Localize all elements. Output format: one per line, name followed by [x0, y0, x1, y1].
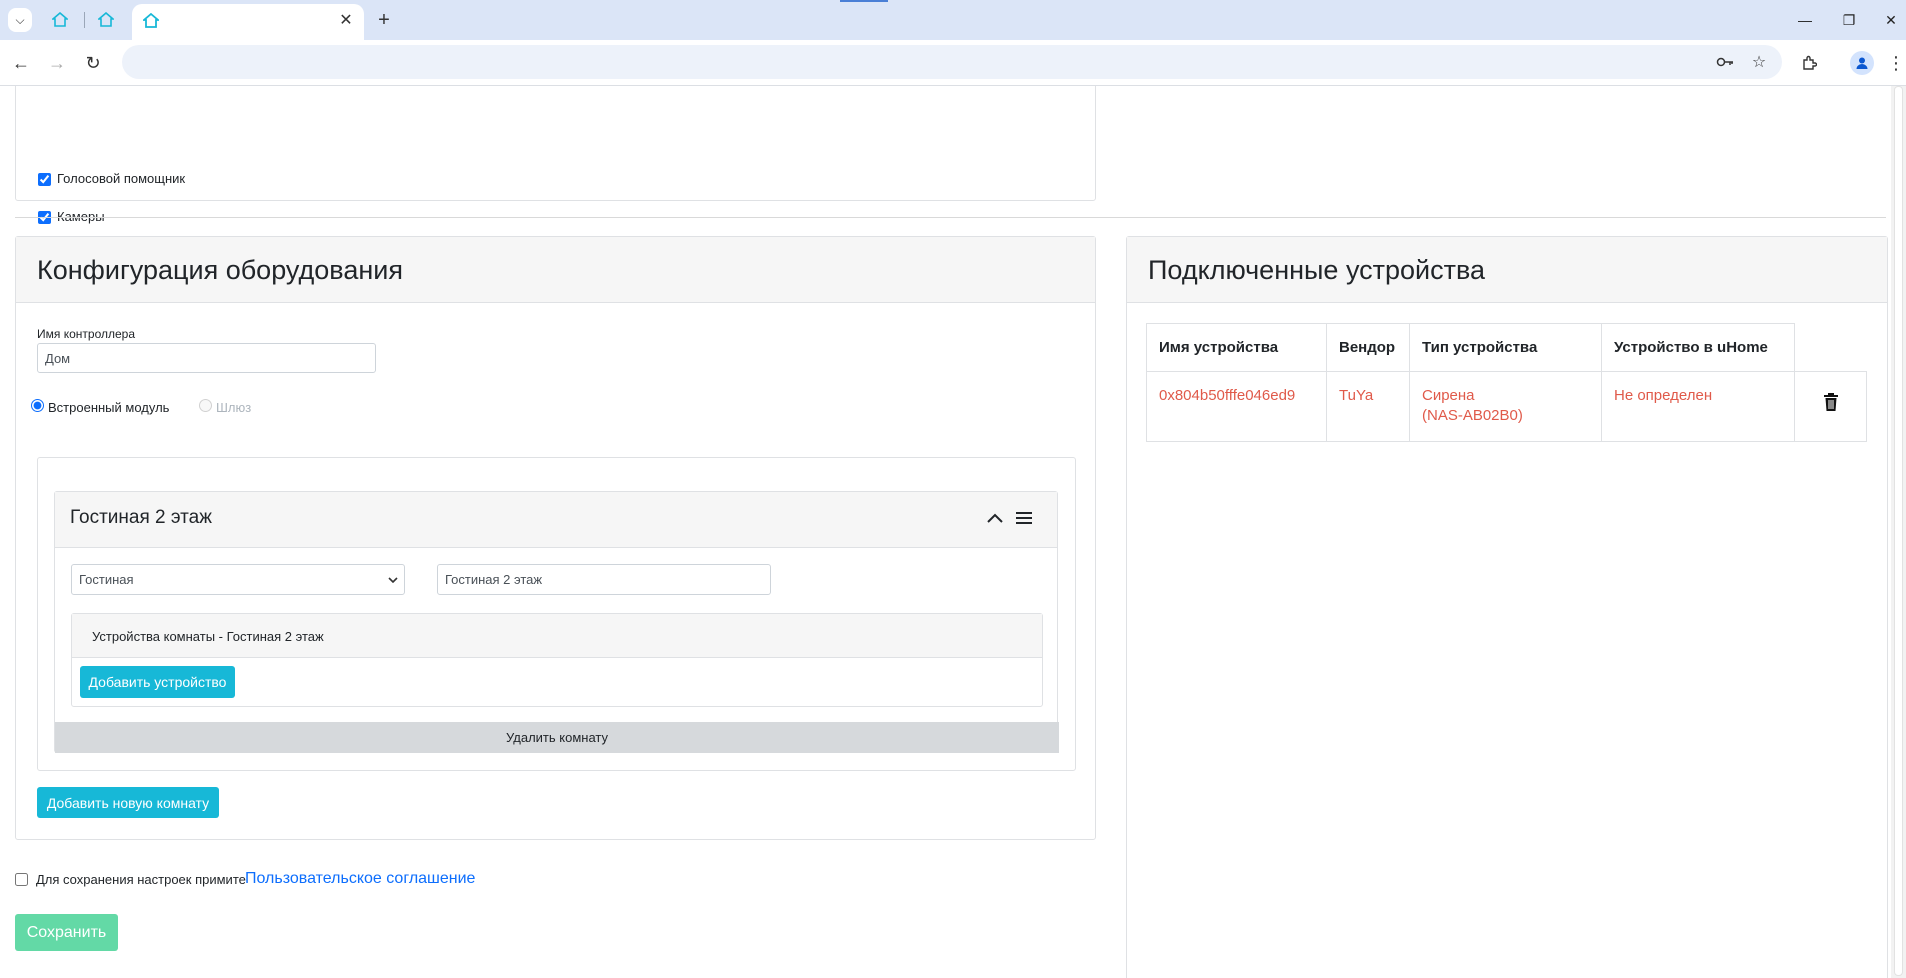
agreement-link[interactable]: Пользовательское соглашение [245, 870, 475, 888]
tab-search-button[interactable]: ⌵ [8, 8, 32, 32]
extensions-icon[interactable] [1796, 50, 1822, 76]
devices-table: Имя устройства Вендор Тип устройства Уст… [1146, 323, 1867, 442]
browser-toolbar: ← → ↻ ☆ ⋮ [0, 40, 1906, 86]
browser-tab[interactable] [42, 6, 78, 34]
column-header: Тип устройства [1409, 323, 1602, 372]
device-type-line1: Сирена [1422, 387, 1475, 404]
room-type-select[interactable]: Гостиная [71, 564, 405, 595]
devices-card-header: Подключенные устройства [1127, 237, 1887, 303]
column-header: Устройство в uHome [1601, 323, 1795, 372]
house-icon [98, 12, 114, 27]
drag-handle-icon[interactable] [1015, 511, 1033, 525]
device-vendor-cell: TuYa [1326, 371, 1410, 442]
house-icon [52, 12, 68, 27]
agreement-text: Для сохранения настроек примите [36, 872, 246, 887]
add-room-button[interactable]: Добавить новую комнату [37, 787, 219, 818]
add-device-button[interactable]: Добавить устройство [80, 666, 235, 698]
person-icon [1856, 57, 1868, 69]
builtin-module-radio[interactable] [31, 399, 44, 412]
room-card-header: Гостиная 2 этаж [55, 492, 1057, 548]
column-header-actions [1794, 323, 1867, 372]
browser-tab-active[interactable]: ✕ [132, 4, 364, 40]
room-card: Гостиная 2 этаж Гостиная Гостиная 2 этаж… [54, 491, 1059, 753]
hardware-card-header: Конфигурация оборудования [16, 237, 1095, 303]
devices-card-title: Подключенные устройства [1148, 255, 1486, 285]
builtin-module-label: Встроенный модуль [48, 400, 170, 415]
room-name-input[interactable]: Гостиная 2 этаж [437, 564, 771, 595]
device-uhome-cell: Не определен [1601, 371, 1795, 442]
voice-assistant-label: Голосовой помощник [57, 171, 186, 186]
device-type-cell: Сирена (NAS-AB02B0) [1409, 371, 1602, 442]
column-header: Вендор [1326, 323, 1410, 372]
house-icon [143, 13, 159, 28]
close-tab-icon[interactable]: ✕ [336, 10, 356, 30]
agreement-checkbox[interactable] [15, 873, 28, 886]
controller-name-label: Имя контроллера [37, 327, 135, 341]
table-row: 0x804b50fffe046ed9 TuYa Сирена (NAS-AB02… [1146, 371, 1867, 442]
trash-icon[interactable] [1823, 392, 1839, 412]
device-name-cell: 0x804b50fffe046ed9 [1146, 371, 1327, 442]
tab-strip-indicator [840, 0, 888, 2]
scrollbar-thumb[interactable] [1894, 86, 1903, 976]
chevron-up-icon[interactable] [986, 512, 1004, 524]
controller-name-value: Дом [45, 350, 71, 366]
page-content: Голосовой помощник Камеры Конфигурация о… [0, 86, 1906, 978]
device-type-line2: (NAS-AB02B0) [1422, 407, 1523, 424]
hardware-config-card: Конфигурация оборудования Имя контроллер… [15, 236, 1096, 840]
back-button[interactable]: ← [8, 50, 34, 76]
room-title: Гостиная 2 этаж [70, 507, 212, 528]
bookmark-star-icon[interactable]: ☆ [1746, 50, 1772, 74]
menu-kebab-icon[interactable]: ⋮ [1887, 50, 1905, 76]
gateway-label: Шлюз [216, 400, 252, 415]
table-header-row: Имя устройства Вендор Тип устройства Уст… [1146, 323, 1867, 372]
reload-button[interactable]: ↻ [80, 50, 106, 76]
room-devices-header: Устройства комнаты - Гостиная 2 этаж [72, 614, 1042, 658]
page-scrollbar[interactable] [1891, 86, 1906, 978]
chevron-down-icon [388, 576, 398, 583]
column-header: Имя устройства [1146, 323, 1327, 372]
hardware-card-title: Конфигурация оборудования [37, 255, 403, 285]
services-card: Голосовой помощник Камеры [15, 86, 1096, 224]
close-window-button[interactable]: ✕ [1876, 8, 1906, 32]
browser-tab-bar: ⌵ ✕ + — ❐ ✕ [0, 0, 1906, 40]
restore-button[interactable]: ❐ [1834, 8, 1864, 32]
new-tab-button[interactable]: + [372, 8, 396, 32]
browser-tab[interactable] [88, 6, 124, 34]
chevron-down-icon: ⌵ [15, 12, 25, 27]
section-divider [15, 217, 1886, 218]
address-bar[interactable]: ☆ [122, 45, 1782, 79]
room-type-selected: Гостиная [79, 572, 134, 587]
profile-avatar[interactable] [1850, 51, 1874, 75]
room-devices-title: Устройства комнаты - Гостиная 2 этаж [92, 629, 324, 644]
rooms-container: Гостиная 2 этаж Гостиная Гостиная 2 этаж… [37, 457, 1076, 771]
device-actions-cell [1794, 371, 1867, 442]
key-icon[interactable] [1712, 50, 1738, 74]
controller-name-input[interactable]: Дом [37, 343, 376, 373]
room-name-value: Гостиная 2 этаж [445, 572, 543, 587]
save-button[interactable]: Сохранить [15, 914, 118, 951]
voice-assistant-checkbox[interactable] [38, 173, 51, 186]
gateway-radio[interactable] [199, 399, 212, 412]
minimize-button[interactable]: — [1790, 8, 1820, 32]
room-devices-card: Устройства комнаты - Гостиная 2 этаж Доб… [71, 613, 1043, 707]
forward-button[interactable]: → [44, 50, 70, 76]
delete-room-button[interactable]: Удалить комнату [55, 722, 1059, 753]
tab-separator [84, 12, 85, 28]
